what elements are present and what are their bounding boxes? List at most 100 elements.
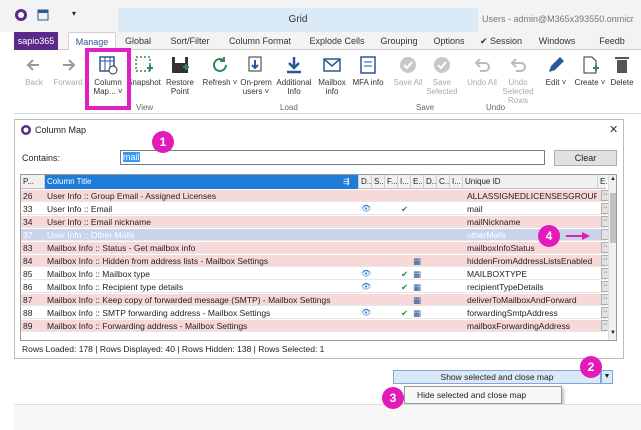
tab-sapio365[interactable]: sapio365 <box>14 32 58 50</box>
tab-explode-cells[interactable]: Explode Cells <box>304 32 370 50</box>
column-header-s[interactable]: S... <box>372 175 385 189</box>
grid-header: P... Column Title⇶ D... S... F... I... E… <box>21 175 610 189</box>
visible-eye-icon[interactable]: 👁 <box>361 281 373 293</box>
row-position: 85 <box>23 269 33 279</box>
background-grid-strip <box>14 404 641 430</box>
visible-eye-icon[interactable] <box>361 190 373 202</box>
check-icon[interactable] <box>401 255 413 267</box>
on-prem-users-button[interactable]: On-prem users ˅ <box>236 52 276 102</box>
table-row[interactable]: 83 Mailbox Info :: Status - Get mailbox i… <box>21 242 612 254</box>
row-column-title: User Info :: Group Email - Assigned Lice… <box>47 191 217 201</box>
check-icon[interactable] <box>401 216 413 228</box>
forward-button[interactable]: Forward <box>48 52 88 102</box>
contains-input[interactable]: mail <box>120 150 545 165</box>
arrow-right-icon <box>566 232 590 240</box>
undo-all-button[interactable]: Undo All <box>462 52 502 102</box>
column-header-f[interactable]: F... <box>385 175 398 189</box>
chevron-down-icon[interactable]: ▼ <box>601 370 613 384</box>
table-row[interactable]: 26 User Info :: Group Email - Assigned Li… <box>21 190 612 202</box>
row-position: 86 <box>23 282 33 292</box>
visible-eye-icon[interactable] <box>361 242 373 254</box>
window-icon[interactable] <box>36 8 50 22</box>
clear-button[interactable]: Clear <box>554 150 617 166</box>
mailbox-settings-icon: ▦ <box>413 269 422 279</box>
table-row[interactable]: 88 Mailbox Info :: SMTP forwarding addres… <box>21 307 612 319</box>
check-icon[interactable] <box>401 190 413 202</box>
table-row[interactable]: 87 Mailbox Info :: Keep copy of forwarded… <box>21 294 612 306</box>
column-header-position[interactable]: P... <box>21 175 45 189</box>
check-icon[interactable]: ✔ <box>401 268 413 280</box>
table-row[interactable]: 33 User Info :: Email 👁 ✔ mail ··· <box>21 203 612 215</box>
column-header-d[interactable]: D... <box>359 175 372 189</box>
check-icon[interactable] <box>401 294 413 306</box>
visible-eye-icon[interactable] <box>361 320 373 332</box>
tab-column-format[interactable]: Column Format <box>224 32 296 50</box>
column-header-e[interactable]: E... <box>411 175 424 189</box>
visible-eye-icon[interactable] <box>361 255 373 267</box>
undo-selected-rows-button[interactable]: Undo Selected Rows <box>498 52 538 105</box>
visible-eye-icon[interactable] <box>361 229 373 241</box>
mailbox-icon <box>323 58 341 72</box>
visible-eye-icon[interactable] <box>361 216 373 228</box>
visible-eye-icon[interactable]: 👁 <box>361 268 373 280</box>
table-row[interactable]: 37 User Info :: Other Mails otherMails ··· <box>21 229 612 241</box>
column-header-i2[interactable]: I... <box>450 175 463 189</box>
row-unique-id: recipientTypeDetails <box>467 282 544 292</box>
check-icon[interactable] <box>401 320 413 332</box>
new-document-icon <box>583 56 599 74</box>
vertical-scrollbar[interactable]: ▲ ▼ <box>608 175 616 340</box>
callout-2: 2 <box>580 356 602 378</box>
row-column-title: User Info :: Other Mails <box>47 230 135 240</box>
hide-selected-menu-item[interactable]: Hide selected and close map <box>404 386 562 404</box>
tab-session[interactable]: ✔ Session <box>476 32 526 50</box>
check-icon[interactable] <box>401 242 413 254</box>
column-header-d2[interactable]: D... <box>424 175 437 189</box>
tab-options[interactable]: Options <box>428 32 470 50</box>
mailbox-settings-icon <box>413 229 425 241</box>
column-header-title[interactable]: Column Title ⇶ <box>45 175 359 189</box>
mailbox-settings-icon <box>413 216 425 228</box>
tab-windows[interactable]: Windows <box>532 32 582 50</box>
contains-label: Contains: <box>22 153 61 163</box>
table-row[interactable]: 89 Mailbox Info :: Forwarding address - M… <box>21 320 612 332</box>
refresh-button[interactable]: Refresh ˅ <box>200 52 240 102</box>
row-unique-id: MAILBOXTYPE <box>467 269 527 279</box>
visible-eye-icon[interactable]: 👁 <box>361 203 373 215</box>
callout-4: 4 <box>538 225 560 247</box>
quick-access-dropdown-icon[interactable]: ▾ <box>72 9 76 18</box>
mailbox-settings-icon: ▦ <box>413 295 422 305</box>
restore-point-button[interactable]: Restore Point <box>160 52 200 102</box>
check-icon[interactable]: ✔ <box>401 203 413 215</box>
table-row[interactable]: 34 User Info :: Email nickname mailNicknam… <box>21 216 612 228</box>
show-selected-button[interactable]: Show selected and close map <box>393 370 601 384</box>
column-header-i[interactable]: I... <box>398 175 411 189</box>
column-map-dialog: Column Map ✕ Contains: mail Clear P... C… <box>14 119 624 359</box>
table-row[interactable]: 86 Mailbox Info :: Recipient type details… <box>21 281 612 293</box>
tab-feedback[interactable]: Feedb <box>592 32 632 50</box>
column-header-c[interactable]: C... <box>437 175 450 189</box>
row-position: 88 <box>23 308 33 318</box>
visible-eye-icon[interactable] <box>361 294 373 306</box>
filter-icon[interactable]: ⇶ <box>343 175 350 189</box>
group-label-load: Load <box>280 103 298 112</box>
additional-info-button[interactable]: Additional Info <box>274 52 314 102</box>
scrollbar-thumb[interactable] <box>610 193 616 243</box>
mfa-icon <box>360 56 376 74</box>
scroll-up-icon[interactable]: ▲ <box>610 176 616 182</box>
check-icon[interactable] <box>401 229 413 241</box>
delete-button[interactable]: Delete <box>604 52 640 102</box>
check-icon[interactable]: ✔ <box>401 307 413 319</box>
column-grid: P... Column Title⇶ D... S... F... I... E… <box>20 174 617 341</box>
check-icon[interactable]: ✔ <box>401 281 413 293</box>
tab-grouping[interactable]: Grouping <box>374 32 424 50</box>
tab-sort-filter[interactable]: Sort/Filter <box>162 32 218 50</box>
save-selected-button[interactable]: Save Selected <box>422 52 462 102</box>
table-row[interactable]: 84 Mailbox Info :: Hidden from address li… <box>21 255 612 267</box>
mailbox-info-button[interactable]: Mailbox info <box>312 52 352 102</box>
column-header-unique-id[interactable]: Unique ID <box>463 175 598 189</box>
scroll-down-icon[interactable]: ▼ <box>610 330 616 336</box>
visible-eye-icon[interactable]: 👁 <box>361 307 373 319</box>
table-row[interactable]: 85 Mailbox Info :: Mailbox type 👁 ✔ ▦ MAILBOX… <box>21 268 612 280</box>
close-icon[interactable]: ✕ <box>609 123 618 136</box>
mfa-info-button[interactable]: MFA info <box>348 52 388 102</box>
